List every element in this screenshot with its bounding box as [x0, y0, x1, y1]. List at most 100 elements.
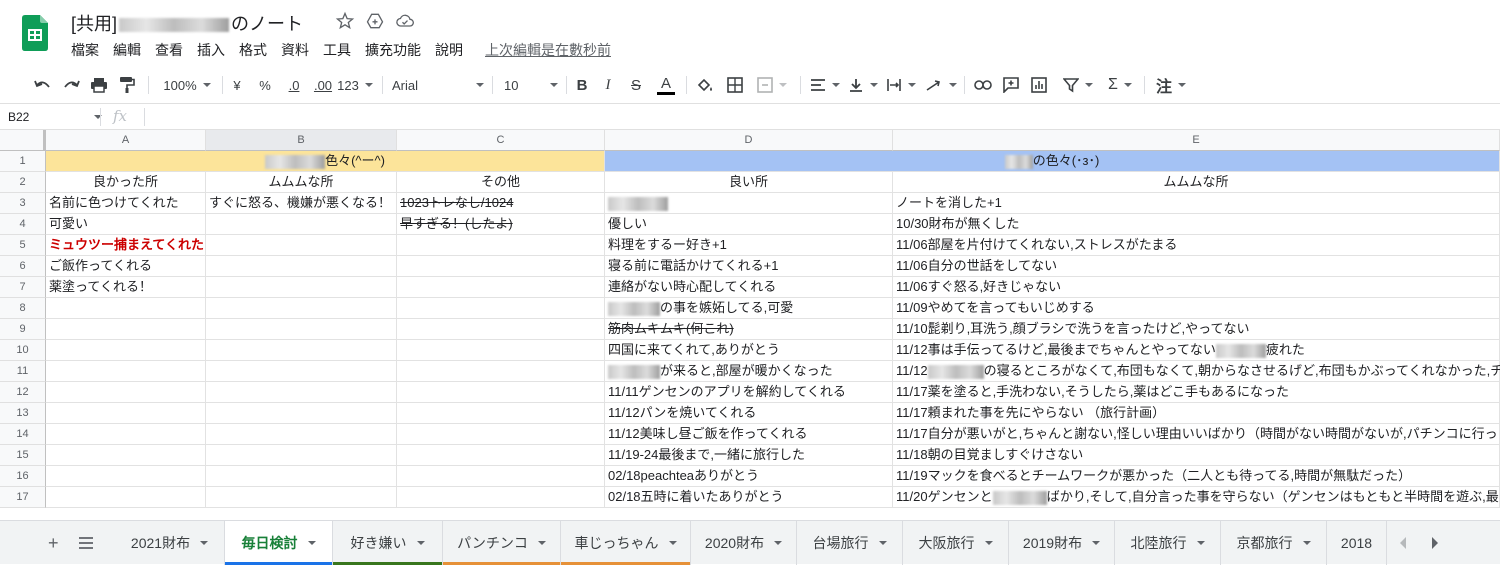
cell-b8[interactable]	[206, 298, 397, 319]
cell-c2[interactable]: その他	[397, 172, 605, 193]
sheet-tab[interactable]: 北陸旅行	[1115, 521, 1221, 565]
cell-e5[interactable]: 11/06部屋を片付けてくれない,ストレスがたまる	[893, 235, 1500, 256]
sheet-tab[interactable]: 大阪旅行	[903, 521, 1009, 565]
cell-b3[interactable]: すぐに怒る、機嫌が悪くなる！	[206, 193, 397, 214]
cell-c14[interactable]	[397, 424, 605, 445]
sheet-tab[interactable]: 2018	[1327, 521, 1387, 565]
chevron-down-icon[interactable]	[1302, 541, 1311, 545]
row-header[interactable]: 14	[0, 424, 46, 445]
cell-a8[interactable]	[46, 298, 206, 319]
cell-a10[interactable]	[46, 340, 206, 361]
cell-c16[interactable]	[397, 466, 605, 487]
cell-b13[interactable]	[206, 403, 397, 424]
last-edit-link[interactable]: 上次編輯是在數秒前	[485, 40, 611, 60]
cell-d11[interactable]: が来ると,部屋が暖かくなった	[605, 361, 893, 382]
zoom-select[interactable]: 100%	[158, 74, 216, 96]
sheet-tab[interactable]: 2020財布	[691, 521, 797, 565]
percent-format-button[interactable]: %	[256, 74, 274, 96]
cell-d16[interactable]: 02/18peachteaありがとう	[605, 466, 893, 487]
sheets-logo-icon[interactable]	[22, 15, 48, 51]
star-icon[interactable]	[335, 11, 357, 33]
cell-d5[interactable]: 料理をするー好き+1	[605, 235, 893, 256]
cell-d4[interactable]: 優しい	[605, 214, 893, 235]
borders-icon[interactable]	[724, 74, 746, 96]
cell-e13[interactable]: 11/17頼まれた事を先にやらない （旅行計画）	[893, 403, 1500, 424]
print-icon[interactable]	[88, 74, 110, 96]
cell-d14[interactable]: 11/12美味し昼ご飯を作ってくれる	[605, 424, 893, 445]
cell-d10[interactable]: 四国に来てくれて,ありがとう	[605, 340, 893, 361]
cell-a14[interactable]	[46, 424, 206, 445]
cell-a12[interactable]	[46, 382, 206, 403]
cell-a17[interactable]	[46, 487, 206, 508]
text-color-button[interactable]: A	[654, 74, 678, 96]
cell-e17[interactable]: 11/20ゲンセンと ばかり,そして,自分言った事を守らない（ゲンセンはもともと半…	[893, 487, 1500, 508]
row-header[interactable]: 17	[0, 487, 46, 508]
cell-c5[interactable]	[397, 235, 605, 256]
sheet-tab[interactable]: 2021財布	[115, 521, 225, 565]
add-sheet-icon[interactable]: +	[48, 533, 59, 554]
cell-d8[interactable]: の事を嫉妬してる,可愛	[605, 298, 893, 319]
chevron-down-icon[interactable]	[537, 541, 546, 545]
cell-b15[interactable]	[206, 445, 397, 466]
cell-c10[interactable]	[397, 340, 605, 361]
cell-b16[interactable]	[206, 466, 397, 487]
row-header[interactable]: 8	[0, 298, 46, 319]
cell-a11[interactable]	[46, 361, 206, 382]
row-header[interactable]: 11	[0, 361, 46, 382]
cell-e12[interactable]: 11/17薬を塗ると,手洗わない,そうしたら,薬はどこ手もあるになった	[893, 382, 1500, 403]
cell-a5[interactable]: ミュウツー捕まえてくれた	[46, 235, 206, 256]
cell-a15[interactable]	[46, 445, 206, 466]
fill-color-icon[interactable]	[694, 74, 716, 96]
cell-c17[interactable]	[397, 487, 605, 508]
number-format-select[interactable]: 123	[337, 74, 373, 96]
sheet-tab[interactable]: 車じっちゃん	[561, 521, 691, 565]
scroll-tabs-left-icon[interactable]	[1398, 534, 1408, 555]
cell-a9[interactable]	[46, 319, 206, 340]
row-header[interactable]: 1	[0, 151, 46, 172]
cell-a4[interactable]: 可愛い	[46, 214, 206, 235]
cell-a2[interactable]: 良かった所	[46, 172, 206, 193]
sheet-tab[interactable]: 毎日検討	[225, 521, 333, 565]
cell-c13[interactable]	[397, 403, 605, 424]
cell-b10[interactable]	[206, 340, 397, 361]
cell-d12[interactable]: 11/11ゲンセンのアプリを解約してくれる	[605, 382, 893, 403]
row-header[interactable]: 16	[0, 466, 46, 487]
bold-button[interactable]: B	[572, 74, 592, 96]
spreadsheet-grid[interactable]: A B C D E 1 2 3 4 5 6 7 8 9 10 11 12 13 14 15 16 17 色々(^ー…	[0, 130, 1500, 510]
cell-b5[interactable]	[206, 235, 397, 256]
row-header[interactable]: 3	[0, 193, 46, 214]
cell-c15[interactable]	[397, 445, 605, 466]
cell-a7[interactable]: 薬塗ってくれる！	[46, 277, 206, 298]
cell-d2[interactable]: 良い所	[605, 172, 893, 193]
italic-button[interactable]: I	[598, 74, 618, 96]
filter-icon[interactable]	[1058, 74, 1098, 96]
chevron-down-icon[interactable]	[668, 541, 677, 545]
chevron-down-icon[interactable]	[416, 541, 425, 545]
row-header[interactable]: 15	[0, 445, 46, 466]
cell-c7[interactable]	[397, 277, 605, 298]
cell-e9[interactable]: 11/10髭剃り,耳洗う,顔ブラシで洗うを言ったけど,やってない	[893, 319, 1500, 340]
row-header[interactable]: 2	[0, 172, 46, 193]
sheet-tab[interactable]: 好き嫌い	[333, 521, 443, 565]
row-header[interactable]: 4	[0, 214, 46, 235]
cell-e3[interactable]: ノートを消した+1	[893, 193, 1500, 214]
currency-format-button[interactable]: ¥	[228, 74, 246, 96]
cell-b7[interactable]	[206, 277, 397, 298]
cell-c9[interactable]	[397, 319, 605, 340]
cell-a3[interactable]: 名前に色つけてくれた	[46, 193, 206, 214]
cell-d17[interactable]: 02/18五時に着いたありがとう	[605, 487, 893, 508]
menu-help[interactable]: 說明	[435, 40, 463, 60]
menu-file[interactable]: 檔案	[71, 40, 99, 60]
cell-d13[interactable]: 11/12パンを焼いてくれる	[605, 403, 893, 424]
cell-d7[interactable]: 連絡がない時心配してくれる	[605, 277, 893, 298]
insert-comment-icon[interactable]	[1000, 74, 1022, 96]
menu-format[interactable]: 格式	[239, 40, 267, 60]
column-header-a[interactable]: A	[46, 130, 206, 151]
cell-e16[interactable]: 11/19マックを食べるとチームワークが悪かった（二人とも待ってる,時間が無駄だ…	[893, 466, 1500, 487]
cell-e14[interactable]: 11/17自分が悪いがと,ちゃんと謝ない,怪しい理由いいばかり（時間がない時間が…	[893, 424, 1500, 445]
cell-a1-merged[interactable]: 色々(^ー^)	[46, 151, 605, 172]
cell-d9[interactable]: 筋肉ムキムキ(何これ)	[605, 319, 893, 340]
row-header[interactable]: 10	[0, 340, 46, 361]
font-size-select[interactable]: 10	[504, 74, 558, 96]
vertical-align-icon[interactable]	[846, 74, 880, 96]
